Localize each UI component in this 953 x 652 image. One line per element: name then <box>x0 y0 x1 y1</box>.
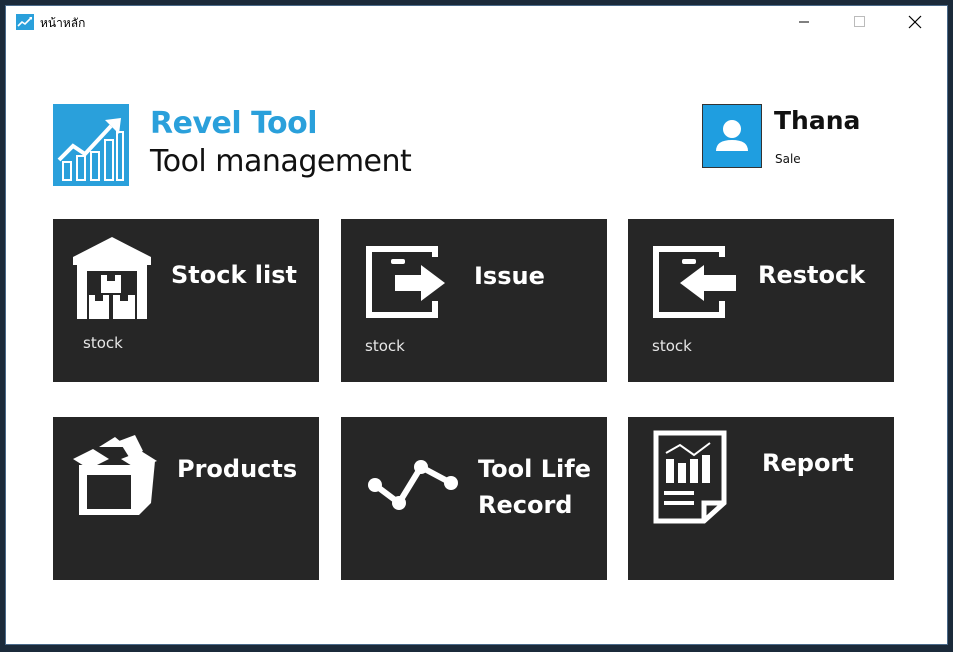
export-icon <box>366 246 445 318</box>
tile-restock[interactable]: Restock stock <box>628 219 894 382</box>
warehouse-icon <box>73 237 151 319</box>
tile-tool-life-label-line1: Tool Life <box>478 455 591 483</box>
close-button[interactable] <box>892 6 938 38</box>
tile-report-label: Report <box>762 449 854 477</box>
maximize-button[interactable] <box>837 6 883 38</box>
tile-restock-sub: stock <box>652 337 692 355</box>
main-window: หน้าหลัก Revel Tool Tool management Than… <box>5 5 948 645</box>
title-bar[interactable]: หน้าหลัก <box>6 6 947 38</box>
tile-report[interactable]: Report <box>628 417 894 580</box>
tile-stock-list-label: Stock list <box>171 261 297 289</box>
tile-products[interactable]: Products <box>53 417 319 580</box>
maximize-icon <box>854 16 865 27</box>
minimize-icon <box>799 21 809 23</box>
tile-stock-list-sub: stock <box>83 334 123 352</box>
user-silhouette-icon <box>716 120 748 151</box>
tile-products-label: Products <box>177 455 298 483</box>
window-title: หน้าหลัก <box>40 16 86 30</box>
tile-stock-list[interactable]: Stock list stock <box>53 219 319 382</box>
brand-name: Revel Tool <box>150 106 318 141</box>
tile-tool-life-label-line2: Record <box>478 491 573 519</box>
tile-issue-label: Issue <box>474 262 545 290</box>
report-document-icon <box>653 430 727 524</box>
close-icon <box>908 15 922 29</box>
tile-restock-label: Restock <box>758 261 866 289</box>
user-avatar[interactable] <box>702 104 762 168</box>
user-role: Sale <box>775 152 801 166</box>
tile-issue-sub: stock <box>365 337 405 355</box>
user-name: Thana <box>774 106 861 135</box>
minimize-button[interactable] <box>781 6 827 38</box>
import-icon <box>653 246 736 318</box>
line-graph-icon <box>368 460 458 510</box>
app-chart-icon <box>16 14 34 30</box>
brand-logo-icon <box>53 104 129 186</box>
tile-issue[interactable]: Issue stock <box>341 219 607 382</box>
brand-subtitle: Tool management <box>150 144 412 179</box>
tile-tool-life-record[interactable]: Tool Life Record <box>341 417 607 580</box>
open-box-icon <box>73 435 157 515</box>
